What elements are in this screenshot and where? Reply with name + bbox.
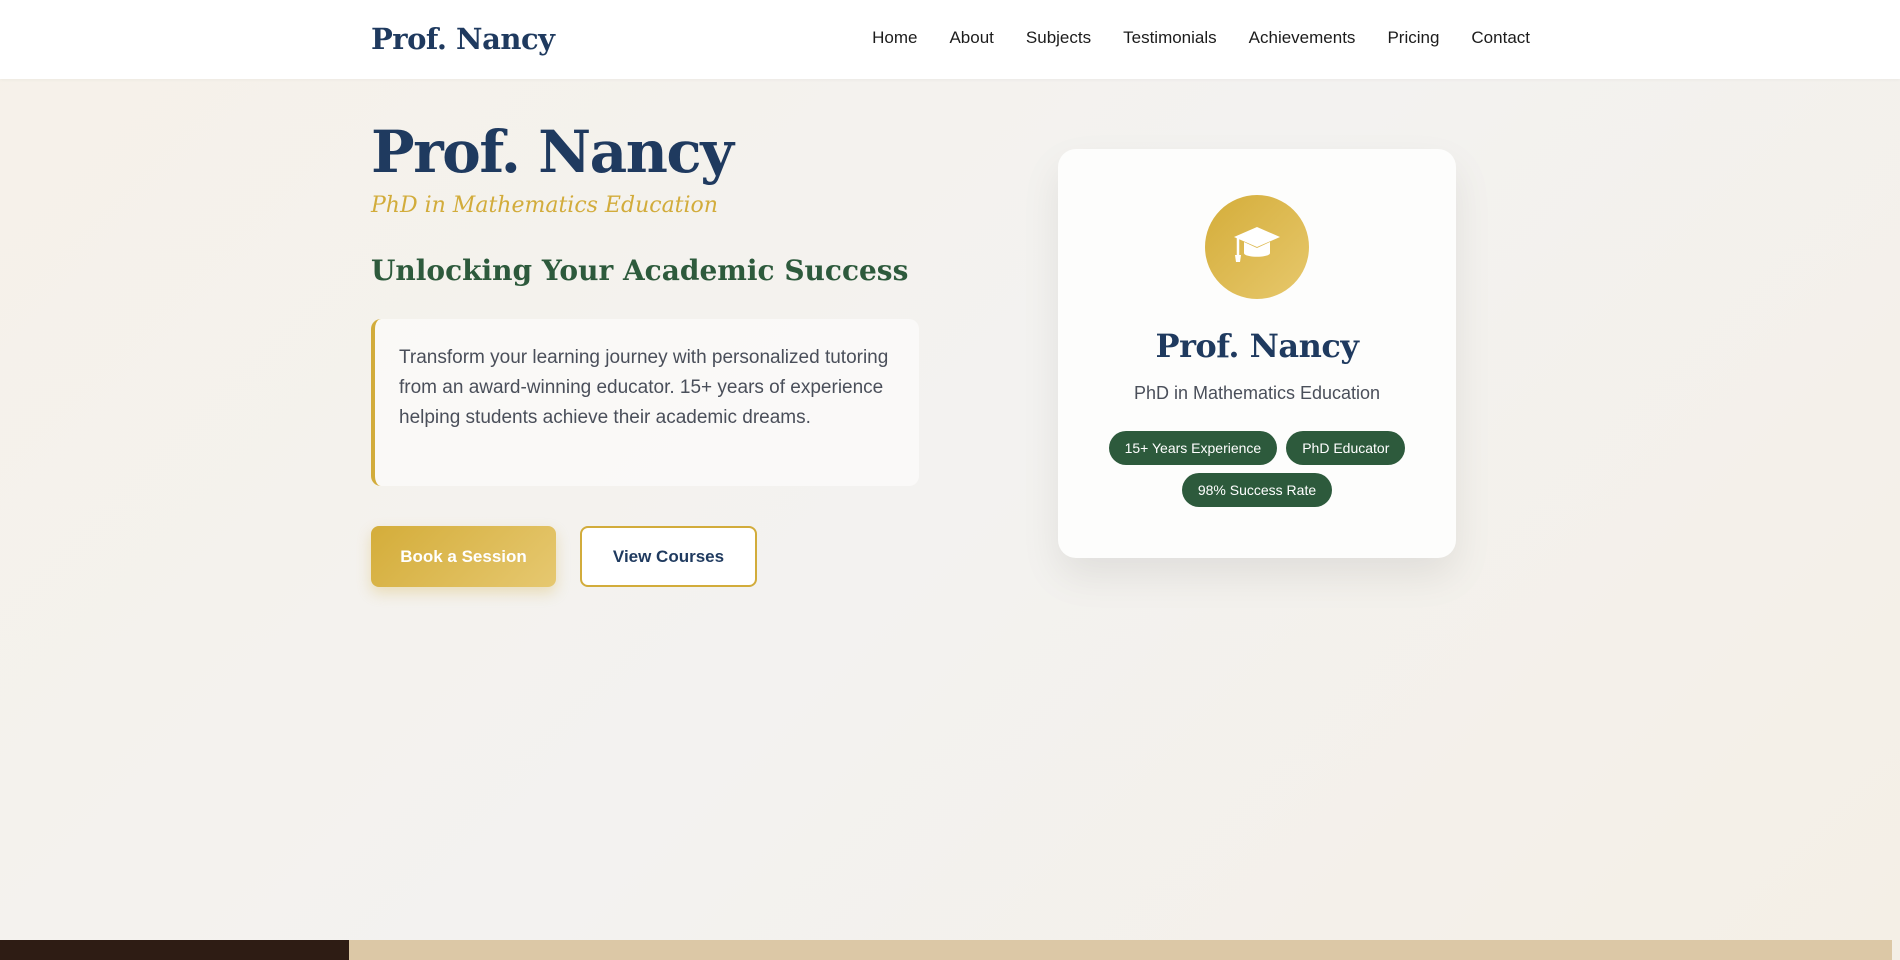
badge-phd: PhD Educator — [1286, 431, 1406, 465]
hero-description: Transform your learning journey with per… — [399, 347, 889, 428]
main-nav: Home About Subjects Testimonials Achieve… — [872, 28, 1530, 48]
hero-description-box: Transform your learning journey with per… — [371, 319, 919, 486]
nav-subjects[interactable]: Subjects — [1026, 28, 1091, 48]
card-subtitle: PhD in Mathematics Education — [1133, 383, 1381, 403]
hero-title: Prof. Nancy — [371, 118, 734, 186]
nav-pricing[interactable]: Pricing — [1387, 28, 1439, 48]
brand-logo[interactable]: Prof. Nancy — [371, 22, 555, 56]
avatar — [1205, 195, 1309, 299]
nav-contact[interactable]: Contact — [1471, 28, 1530, 48]
nav-about[interactable]: About — [949, 28, 993, 48]
site-header: Prof. Nancy Home About Subjects Testimon… — [0, 0, 1900, 79]
graduation-cap-icon — [1232, 223, 1282, 272]
badge-success-rate: 98% Success Rate — [1181, 473, 1333, 507]
nav-home[interactable]: Home — [872, 28, 917, 48]
hero-tagline: Unlocking Your Academic Success — [371, 254, 909, 287]
footer-strip-accent — [0, 940, 349, 960]
badge-experience: 15+ Years Experience — [1108, 431, 1278, 465]
badge-group: 15+ Years Experience PhD Educator 98% Su… — [1078, 431, 1436, 507]
book-session-button[interactable]: Book a Session — [371, 526, 556, 587]
card-name: Prof. Nancy — [1155, 327, 1360, 365]
profile-card: Prof. Nancy PhD in Mathematics Education… — [1058, 149, 1456, 558]
nav-testimonials[interactable]: Testimonials — [1123, 28, 1217, 48]
hero-subtitle: PhD in Mathematics Education — [371, 193, 718, 218]
nav-achievements[interactable]: Achievements — [1249, 28, 1356, 48]
view-courses-button[interactable]: View Courses — [580, 526, 757, 587]
